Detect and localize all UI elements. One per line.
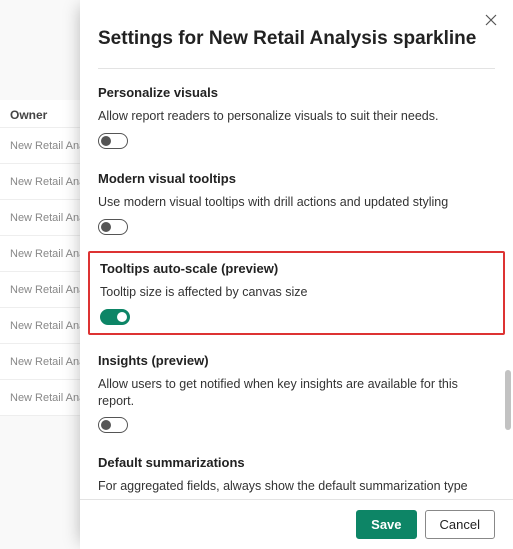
list-item[interactable]: New Retail Ana (0, 164, 80, 200)
background-list: Owner New Retail Ana New Retail Ana New … (0, 0, 80, 549)
cancel-button[interactable]: Cancel (425, 510, 495, 539)
section-insights: Insights (preview) Allow users to get no… (98, 343, 495, 446)
list-item[interactable]: New Retail Ana (0, 236, 80, 272)
list-item[interactable]: New Retail Ana (0, 380, 80, 416)
save-button[interactable]: Save (356, 510, 416, 539)
insights-toggle[interactable] (98, 417, 128, 433)
section-description: Tooltip size is affected by canvas size (100, 284, 493, 301)
modern-tooltips-toggle[interactable] (98, 219, 128, 235)
section-tooltips-autoscale: Tooltips auto-scale (preview) Tooltip si… (100, 261, 493, 325)
section-title: Default summarizations (98, 455, 495, 470)
list-item[interactable]: New Retail Ana (0, 308, 80, 344)
section-title: Personalize visuals (98, 85, 495, 100)
panel-body: Personalize visuals Allow report readers… (80, 69, 513, 499)
section-personalize-visuals: Personalize visuals Allow report readers… (98, 75, 495, 161)
section-description: Allow report readers to personalize visu… (98, 108, 495, 125)
panel-header: Settings for New Retail Analysis sparkli… (80, 0, 513, 68)
section-title: Modern visual tooltips (98, 171, 495, 186)
settings-panel: Settings for New Retail Analysis sparkli… (80, 0, 513, 549)
section-modern-tooltips: Modern visual tooltips Use modern visual… (98, 161, 495, 247)
tooltips-autoscale-toggle[interactable] (100, 309, 130, 325)
highlight-box: Tooltips auto-scale (preview) Tooltip si… (88, 251, 505, 335)
list-item[interactable]: New Retail Ana (0, 344, 80, 380)
panel-title: Settings for New Retail Analysis sparkli… (98, 28, 495, 50)
section-description: For aggregated fields, always show the d… (98, 478, 495, 495)
personalize-visuals-toggle[interactable] (98, 133, 128, 149)
section-description: Allow users to get notified when key ins… (98, 376, 495, 410)
scrollbar-thumb[interactable] (505, 370, 511, 430)
bg-column-header[interactable]: Owner (0, 100, 80, 128)
list-item[interactable]: New Retail Ana (0, 128, 80, 164)
close-icon[interactable] (479, 8, 503, 32)
list-item[interactable]: New Retail Ana (0, 272, 80, 308)
section-title: Insights (preview) (98, 353, 495, 368)
section-default-summarizations: Default summarizations For aggregated fi… (98, 445, 495, 499)
list-item[interactable]: New Retail Ana (0, 200, 80, 236)
section-description: Use modern visual tooltips with drill ac… (98, 194, 495, 211)
section-title: Tooltips auto-scale (preview) (100, 261, 493, 276)
panel-footer: Save Cancel (80, 499, 513, 549)
